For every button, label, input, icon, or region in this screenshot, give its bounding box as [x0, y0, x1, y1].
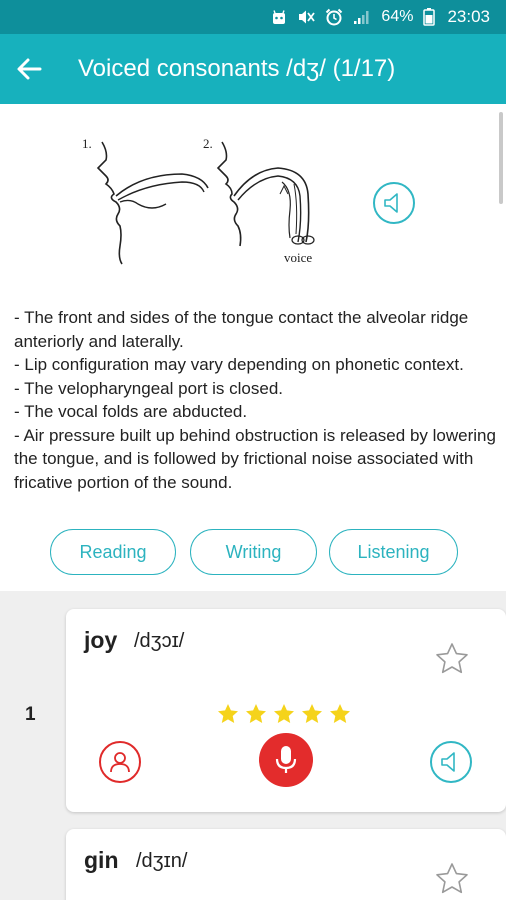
- status-bar: 64% 23:03: [0, 0, 506, 34]
- clock: 23:03: [447, 7, 490, 26]
- signal-icon: [353, 9, 371, 25]
- description-line: - The velopharyngeal port is closed.: [14, 378, 284, 398]
- android-head-icon: [271, 9, 287, 25]
- play-word-button[interactable]: [430, 741, 472, 783]
- microphone-icon: [275, 746, 297, 773]
- play-sound-button[interactable]: [373, 182, 415, 224]
- writing-button[interactable]: Writing: [190, 529, 317, 575]
- word-list: 1 joy /dʒɔɪ/ gin /dʒɪn/: [0, 591, 506, 900]
- word-text: gin: [84, 847, 119, 873]
- description-line: - Lip configuration may vary depending o…: [14, 355, 464, 374]
- word-actions: [66, 733, 506, 789]
- play-my-recording-button[interactable]: [99, 741, 141, 783]
- diagram-voice-label: voice: [284, 250, 312, 265]
- battery-icon: [423, 8, 436, 26]
- back-button[interactable]: [0, 34, 58, 104]
- battery-percent: 64%: [381, 8, 414, 25]
- description-line: - The vocal folds are abducted.: [14, 402, 248, 421]
- speaker-icon: [441, 752, 455, 772]
- rating-star-icon: [300, 702, 324, 726]
- pronunciation-rating: [216, 702, 352, 726]
- word-ipa: /dʒɪn/: [136, 850, 188, 872]
- diagram-step2-label: 2.: [203, 136, 213, 151]
- word-text: joy: [84, 627, 118, 653]
- record-button[interactable]: [259, 733, 313, 787]
- alarm-icon: [325, 8, 343, 26]
- favorite-star-icon[interactable]: [434, 861, 470, 897]
- word-card: gin /dʒɪn/: [66, 829, 506, 900]
- articulation-description: - The front and sides of the tongue cont…: [14, 306, 498, 494]
- rating-star-icon: [328, 702, 352, 726]
- mute-icon: [297, 9, 316, 25]
- rating-star-icon: [216, 702, 240, 726]
- listening-button[interactable]: Listening: [329, 529, 458, 575]
- page-title: Voiced consonants /dʒ/ (1/17): [78, 55, 396, 82]
- word-ipa: /dʒɔɪ/: [134, 630, 185, 652]
- rating-star-icon: [244, 702, 268, 726]
- favorite-star-icon[interactable]: [434, 641, 470, 677]
- lesson-content: 1. 2. voice - The front and sides of the…: [0, 104, 506, 900]
- rating-star-icon: [272, 702, 296, 726]
- word-card: joy /dʒɔɪ/: [66, 609, 506, 812]
- diagram-step1-label: 1.: [82, 136, 92, 151]
- description-line: - The front and sides of the tongue cont…: [14, 308, 469, 351]
- word-number: 1: [25, 704, 36, 725]
- arrow-left-icon: [17, 58, 42, 80]
- speaker-icon: [384, 193, 398, 213]
- user-icon: [110, 752, 130, 773]
- articulation-diagram: 1. 2. voice: [82, 134, 332, 276]
- app-bar: Voiced consonants /dʒ/ (1/17): [0, 34, 506, 104]
- scrollbar[interactable]: [499, 112, 503, 204]
- mode-buttons: Reading Writing Listening: [0, 529, 506, 577]
- description-line: - Air pressure built up behind obstructi…: [14, 425, 496, 492]
- reading-button[interactable]: Reading: [50, 529, 176, 575]
